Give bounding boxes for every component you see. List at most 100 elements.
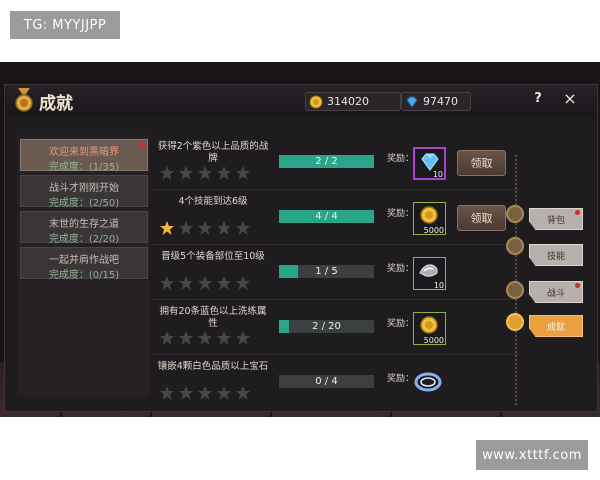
- star-empty-icon: [217, 221, 231, 235]
- category-item-battle[interactable]: 战斗才刚刚开始 完成度：(2/50): [20, 175, 148, 209]
- category-progress: 完成度：(2/50): [48, 198, 120, 209]
- star-empty-icon: [198, 166, 212, 180]
- reward-slot[interactable]: 5000: [413, 312, 446, 345]
- gold-counter: 314020: [305, 92, 401, 111]
- reward-quantity: 10: [433, 281, 444, 290]
- star-empty-icon: [236, 276, 250, 290]
- star-rating: [159, 275, 251, 291]
- achievement-row: 拥有20条蓝色以上洗练属性 2 / 20 奖励： 5000: [153, 300, 518, 355]
- star-empty-icon: [198, 331, 212, 345]
- achievement-description: 拥有20条蓝色以上洗练属性: [159, 306, 267, 329]
- rail-node-active: [506, 313, 524, 331]
- category-item-together[interactable]: 一起并肩作战吧 完成度：(0/15): [20, 247, 148, 281]
- gem-counter: 97470: [401, 92, 471, 111]
- star-empty-icon: [236, 166, 250, 180]
- diamond-icon: [421, 153, 439, 171]
- window-title: 成就: [39, 94, 73, 114]
- reward-label: 奖励：: [387, 374, 415, 384]
- gold-amount: 314020: [327, 95, 369, 108]
- star-empty-icon: [198, 221, 212, 235]
- achievement-description: 4个技能到达6级: [178, 196, 248, 207]
- achievement-list[interactable]: 获得2个紫色以上品质的战牌 2 / 2 奖励： 10 领取 4个技能到达6级 4…: [153, 135, 518, 405]
- progress-bar: 1 / 5: [279, 265, 374, 278]
- notification-dot: [140, 142, 145, 147]
- progress-bar: 2 / 20: [279, 320, 374, 333]
- steel-ore-icon: [419, 264, 438, 277]
- gold-coin-icon: [309, 95, 323, 108]
- notification-dot: [575, 210, 580, 215]
- star-empty-icon: [160, 331, 174, 345]
- watermark-bottom: www.xtttf.com: [476, 440, 588, 470]
- reward-slot[interactable]: 10: [413, 257, 446, 290]
- claim-button[interactable]: 领取: [457, 150, 506, 176]
- star-empty-icon: [160, 386, 174, 400]
- reward-label: 奖励：: [387, 154, 415, 164]
- progress-text: 0 / 4: [315, 376, 338, 387]
- category-sidebar: 欢迎来到黑暗界 完成度：(1/35) 战斗才刚刚开始 完成度：(2/50) 末世…: [17, 135, 149, 397]
- star-empty-icon: [179, 386, 193, 400]
- progress-text: 4 / 4: [315, 211, 338, 222]
- tab-label: 战斗: [546, 288, 565, 299]
- reward-quantity: 5000: [423, 226, 444, 235]
- star-empty-icon: [217, 386, 231, 400]
- star-rating: [159, 330, 251, 346]
- star-empty-icon: [198, 386, 212, 400]
- star-empty-icon: [160, 276, 174, 290]
- achievement-window: 成就 314020 97470 ? × 欢迎来到黑暗界 完成度：(1/35) 战…: [4, 84, 598, 412]
- reward-label: 奖励：: [387, 319, 415, 329]
- progress-text: 2 / 20: [312, 321, 341, 332]
- tab-skill[interactable]: 技能: [529, 244, 583, 266]
- reward-slot[interactable]: [413, 367, 444, 398]
- category-item-welcome[interactable]: 欢迎来到黑暗界 完成度：(1/35): [20, 139, 148, 173]
- reward-slot[interactable]: 5000: [413, 202, 446, 235]
- category-name: 战斗才刚刚开始: [49, 183, 119, 194]
- reward-quantity: 10: [432, 170, 443, 179]
- achievement-row: 晋级5个装备部位至10级 1 / 5 奖励： 10: [153, 245, 518, 300]
- achievement-description: 晋级5个装备部位至10级: [161, 251, 265, 262]
- star-empty-icon: [198, 276, 212, 290]
- star-rating: [159, 385, 251, 401]
- watermark-top: TG: MYYJJPP: [10, 11, 120, 39]
- gold-coin-icon: [420, 316, 438, 334]
- ring-gem-icon: [414, 372, 442, 392]
- category-name: 末世的生存之道: [49, 219, 119, 230]
- claim-button[interactable]: 领取: [457, 205, 506, 231]
- star-empty-icon: [217, 331, 231, 345]
- category-item-survival[interactable]: 末世的生存之道 完成度：(2/20): [20, 211, 148, 245]
- star-empty-icon: [179, 331, 193, 345]
- gold-coin-icon: [420, 206, 438, 224]
- category-progress: 完成度：(0/15): [48, 270, 120, 281]
- star-empty-icon: [236, 386, 250, 400]
- gem-amount: 97470: [423, 95, 458, 108]
- rail-node: [506, 205, 524, 223]
- star-rating: [159, 220, 251, 236]
- progress-bar: 2 / 2: [279, 155, 374, 168]
- reward-label: 奖励：: [387, 209, 415, 219]
- star-filled-icon: [160, 221, 174, 235]
- tab-label: 成就: [546, 322, 565, 333]
- star-empty-icon: [179, 221, 193, 235]
- achievement-row: 4个技能到达6级 4 / 4 奖励： 5000 领取: [153, 190, 518, 245]
- star-empty-icon: [236, 221, 250, 235]
- star-empty-icon: [236, 331, 250, 345]
- help-button[interactable]: ?: [531, 91, 545, 106]
- progress-text: 1 / 5: [315, 266, 338, 277]
- reward-slot[interactable]: 10: [413, 147, 446, 180]
- category-progress: 完成度：(2/20): [48, 234, 120, 245]
- tab-bag[interactable]: 背包: [529, 208, 583, 230]
- progress-bar: 0 / 4: [279, 375, 374, 388]
- title-bar: 成就 314020 97470 ? ×: [5, 85, 597, 117]
- rail-node: [506, 237, 524, 255]
- tab-label: 技能: [546, 251, 565, 262]
- progress-bar: 4 / 4: [279, 210, 374, 223]
- tab-achievement[interactable]: 成就: [529, 315, 583, 337]
- star-empty-icon: [179, 166, 193, 180]
- star-empty-icon: [217, 166, 231, 180]
- achievement-row: 获得2个紫色以上品质的战牌 2 / 2 奖励： 10 领取: [153, 135, 518, 190]
- game-scene: 成就 314020 97470 ? × 欢迎来到黑暗界 完成度：(1/35) 战…: [0, 62, 600, 417]
- notification-dot: [575, 283, 580, 288]
- tab-battle[interactable]: 战斗: [529, 281, 583, 303]
- rail-node: [506, 281, 524, 299]
- achievement-description: 获得2个紫色以上品质的战牌: [157, 141, 269, 164]
- close-button[interactable]: ×: [561, 89, 579, 108]
